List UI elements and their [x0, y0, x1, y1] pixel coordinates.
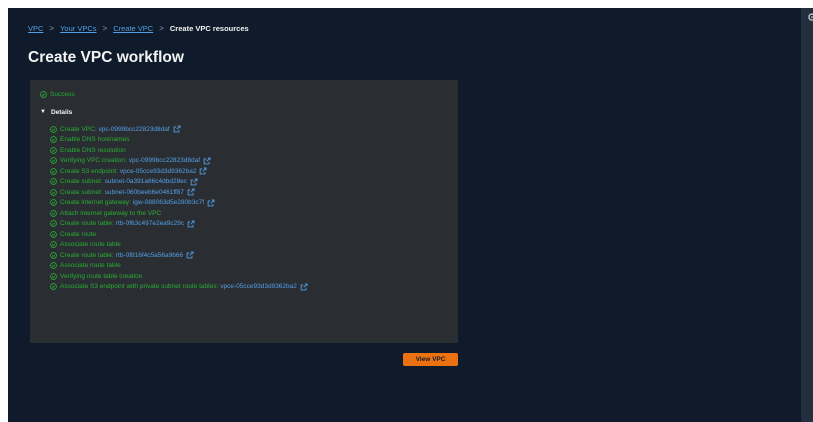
check-circle-icon — [50, 241, 57, 249]
step-item: Create route — [50, 229, 308, 240]
status-row: Success — [40, 90, 75, 99]
step-item: Create route table: rtb-0f816f4c5a56a9b66 — [50, 250, 308, 261]
step-resource-link[interactable]: vpc-0999bcc22823d8daf — [99, 125, 170, 134]
breadcrumb-vpc-link[interactable]: VPC — [28, 24, 43, 34]
external-link-icon[interactable] — [187, 220, 195, 228]
step-label: Create internet gateway: — [60, 199, 131, 207]
check-circle-icon — [50, 230, 57, 238]
external-link-icon[interactable] — [203, 157, 211, 165]
step-label: Create VPC: — [60, 125, 97, 133]
step-item: Associate S3 endpoint with private subne… — [50, 282, 308, 293]
external-link-icon[interactable] — [173, 125, 181, 133]
step-resource-link[interactable]: igw-088063d5e280b3c7f — [133, 198, 204, 207]
check-circle-icon — [50, 146, 57, 154]
step-item: Verifying route table creation — [50, 271, 308, 282]
step-item: Verifying VPC creation: vpc-0999bcc22823d… — [50, 156, 308, 167]
check-circle-icon — [40, 91, 47, 98]
check-circle-icon — [50, 272, 57, 280]
check-circle-icon — [50, 136, 57, 144]
right-sidebar — [801, 8, 813, 422]
external-link-icon[interactable] — [187, 188, 195, 196]
step-label: Associate route table — [60, 262, 121, 270]
steps-list: Create VPC: vpc-0999bcc22823d8daf Enable D… — [50, 124, 308, 292]
external-link-icon[interactable] — [300, 283, 308, 291]
step-item: Associate route table — [50, 240, 308, 251]
breadcrumb-separator-icon: > — [102, 24, 108, 33]
step-resource-link[interactable]: vpce-05cce93d3d9362ba2 — [120, 167, 197, 176]
details-toggle[interactable]: ▼ Details — [40, 108, 72, 117]
external-link-icon[interactable] — [190, 178, 198, 186]
breadcrumb-your-vpcs-link[interactable]: Your VPCs — [60, 24, 96, 34]
step-label: Associate route table — [60, 241, 121, 249]
step-item: Create VPC: vpc-0999bcc22823d8daf — [50, 124, 308, 135]
step-label: Attach internet gateway to the VPC — [60, 209, 162, 217]
external-link-icon[interactable] — [199, 167, 207, 175]
step-resource-link[interactable]: rtb-0f816f4c5a56a9b66 — [116, 251, 183, 260]
details-label: Details — [50, 109, 73, 116]
breadcrumb-create-vpc-link[interactable]: Create VPC — [113, 24, 153, 34]
step-label: Enable DNS resolution — [60, 146, 126, 154]
step-item: Create subnet: subnet-0a391a66c4dbd28ec — [50, 177, 308, 188]
caret-down-icon: ▼ — [40, 109, 46, 115]
step-item: Create S3 endpoint: vpce-05cce93d3d9362ba… — [50, 166, 308, 177]
step-resource-link[interactable]: subnet-0a391a66c4dbd28ec — [105, 177, 187, 186]
check-circle-icon — [50, 188, 57, 196]
check-circle-icon — [50, 157, 57, 165]
page-title: Create VPC workflow — [28, 49, 184, 66]
step-item: Create internet gateway: igw-088063d5e280… — [50, 198, 308, 209]
check-circle-icon — [50, 262, 57, 270]
main-content: VPC > Your VPCs > Create VPC > Create VP… — [8, 8, 801, 422]
gear-icon[interactable]: ⚙ — [807, 12, 813, 24]
check-circle-icon — [50, 209, 57, 217]
external-link-icon[interactable] — [186, 251, 194, 259]
step-label: Create route table: — [60, 220, 114, 228]
external-link-icon[interactable] — [207, 199, 215, 207]
step-item: Create subnet: subnet-060beeb6e0461ff87 — [50, 187, 308, 198]
view-vpc-button[interactable]: View VPC — [403, 353, 458, 366]
check-circle-icon — [50, 125, 57, 133]
check-circle-icon — [50, 283, 57, 291]
check-circle-icon — [50, 220, 57, 228]
step-label: Verifying route table creation — [60, 272, 143, 280]
workflow-panel: Success ▼ Details Create VPC: vpc-0999bcc… — [30, 80, 458, 343]
check-circle-icon — [50, 167, 57, 175]
breadcrumb-separator-icon: > — [159, 24, 164, 33]
step-label: Create subnet: — [60, 178, 103, 186]
breadcrumb-current: Create VPC resources — [169, 24, 249, 33]
step-resource-link[interactable]: subnet-060beeb6e0461ff87 — [105, 188, 184, 197]
breadcrumb-separator-icon: > — [49, 24, 55, 33]
check-circle-icon — [50, 178, 57, 186]
step-label: Create subnet: — [60, 188, 103, 196]
step-label: Create route table: — [60, 251, 114, 259]
step-label: Create S3 endpoint: — [60, 167, 118, 175]
step-resource-link[interactable]: rtb-0f63c497e2ea9c29c — [116, 219, 184, 228]
check-circle-icon — [50, 199, 57, 207]
step-item: Attach internet gateway to the VPC — [50, 208, 308, 219]
step-item: Create route table: rtb-0f63c497e2ea9c29c — [50, 219, 308, 230]
step-resource-link[interactable]: vpc-0999bcc22823d8daf — [129, 156, 200, 165]
breadcrumb: VPC > Your VPCs > Create VPC > Create VP… — [28, 24, 249, 34]
step-label: Associate S3 endpoint with private subne… — [60, 283, 219, 291]
step-label: Create route — [60, 230, 97, 238]
step-resource-link[interactable]: vpce-05cce93d3d9362ba2 — [220, 282, 297, 291]
status-label: Success — [50, 91, 75, 98]
step-item: Enable DNS resolution — [50, 145, 308, 156]
step-item: Associate route table — [50, 261, 308, 272]
step-label: Verifying VPC creation: — [60, 157, 127, 165]
step-label: Enable DNS hostnames — [60, 136, 130, 144]
step-item: Enable DNS hostnames — [50, 135, 308, 146]
check-circle-icon — [50, 251, 57, 259]
